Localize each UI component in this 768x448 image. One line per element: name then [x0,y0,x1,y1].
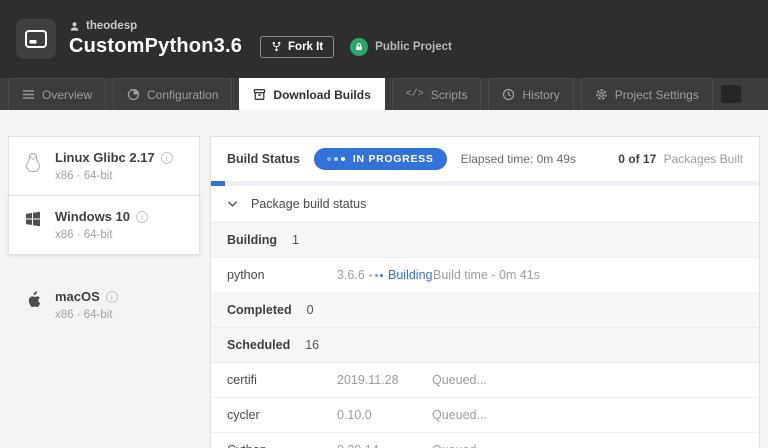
tab-label: History [522,88,559,102]
package-name: Cython [227,443,337,448]
group-count: 0 [307,303,314,317]
package-detail: Queued... [432,408,487,422]
package-detail: Build time - 0m 41s [433,268,540,282]
tab-label: Configuration [147,88,218,102]
terminal-icon [24,27,48,51]
progress-dots-icon [327,157,345,161]
tab-history[interactable]: History [488,78,573,110]
app-logo-icon[interactable] [16,19,56,59]
main-content: Linux Glibc 2.17 i x86 · 64-bit Windows … [0,110,768,448]
fork-button[interactable]: Fork It [260,36,334,58]
chevron-down-icon [227,200,238,208]
group-count: 1 [292,233,299,247]
tab-project-settings[interactable]: Project Settings [581,78,713,110]
package-status-label: Building [388,268,432,282]
username-label: theodesp [86,20,137,32]
code-icon: </> [406,89,424,100]
platform-card-windows[interactable]: Windows 10 i x86 · 64-bit [8,195,200,255]
fork-icon [271,41,282,52]
history-icon [502,88,515,101]
tab-label: Download Builds [273,88,370,102]
packages-built: 0 of 17 Packages Built [618,152,743,166]
package-row: Cython 0.29.14 Queued... [211,433,759,448]
group-label: Completed [227,303,292,317]
package-version: 0.10.0 [337,408,432,422]
linux-icon [23,150,43,182]
package-row: cycler 0.10.0 Queued... [211,398,759,433]
tab-scripts[interactable]: </> Scripts [392,78,482,110]
platform-card-macos[interactable]: macOS i x86 · 64-bit [8,275,200,335]
package-name: python [227,268,337,282]
build-status-label: Build Status [227,152,300,166]
group-header-building: Building 1 [211,223,759,258]
package-version: 0.29.14 [337,443,432,448]
platform-sidebar: Linux Glibc 2.17 i x86 · 64-bit Windows … [8,136,200,335]
platform-arch: x86 · 64-bit [55,170,173,182]
package-name: cycler [227,408,337,422]
group-count: 16 [305,338,319,352]
package-detail: Queued... [432,443,487,448]
info-icon[interactable]: i [136,211,148,223]
apple-icon [23,289,43,321]
package-name: certifi [227,373,337,387]
tab-configuration[interactable]: Configuration [113,78,232,110]
status-badge: IN PROGRESS [314,148,447,170]
info-icon[interactable]: i [161,152,173,164]
visibility-indicator: Public Project [350,38,452,56]
group-label: Building [227,233,277,247]
packages-built-count: 0 of 17 [618,152,656,166]
platform-card-linux[interactable]: Linux Glibc 2.17 i x86 · 64-bit [8,136,200,196]
build-status-panel: Build Status IN PROGRESS Elapsed time: 0… [210,136,760,448]
package-build-status-toggle[interactable]: Package build status [211,186,759,223]
tab-download-builds[interactable]: Download Builds [239,78,384,110]
fork-button-label: Fork It [288,41,323,53]
build-status-row: Build Status IN PROGRESS Elapsed time: 0… [211,137,759,181]
header-main: theodesp CustomPython3.6 Fork It [69,20,452,58]
username-link[interactable]: theodesp [69,20,452,32]
visibility-label: Public Project [375,41,452,53]
configuration-icon [127,88,140,101]
windows-icon [23,209,43,241]
gear-icon [595,88,608,101]
tab-label: Scripts [431,88,468,102]
tab-overview[interactable]: Overview [8,78,106,110]
package-version: 3.6.6 [337,268,369,282]
platform-arch: x86 · 64-bit [55,229,148,241]
tab-bar-extra-icon[interactable] [721,85,741,103]
page-title: CustomPython3.6 [69,35,242,58]
building-dots-icon [369,274,383,277]
tab-label: Overview [42,88,92,102]
tab-label: Project Settings [615,88,699,102]
section-title: Package build status [251,197,366,211]
builds-icon [253,88,266,101]
elapsed-time: Elapsed time: 0m 49s [461,152,576,166]
menu-icon [22,88,35,101]
info-icon[interactable]: i [106,291,118,303]
project-tab-bar: Overview Configuration Download Builds <… [0,78,768,110]
platform-arch: x86 · 64-bit [55,309,118,321]
package-row: python 3.6.6 Building Build time - 0m 41… [211,258,759,293]
group-label: Scheduled [227,338,290,352]
package-building-status: Building [369,268,433,282]
platform-name: Windows 10 [55,209,130,224]
group-header-scheduled: Scheduled 16 [211,328,759,363]
group-header-completed: Completed 0 [211,293,759,328]
platform-name: Linux Glibc 2.17 [55,150,155,165]
platform-name: macOS [55,289,100,304]
lock-icon [350,38,368,56]
status-badge-label: IN PROGRESS [353,153,434,165]
package-row: certifi 2019.11.28 Queued... [211,363,759,398]
project-header: theodesp CustomPython3.6 Fork It [0,0,768,78]
user-icon [69,21,80,32]
packages-built-label: Packages Built [664,152,743,166]
package-detail: Queued... [432,373,487,387]
package-version: 2019.11.28 [337,373,432,387]
